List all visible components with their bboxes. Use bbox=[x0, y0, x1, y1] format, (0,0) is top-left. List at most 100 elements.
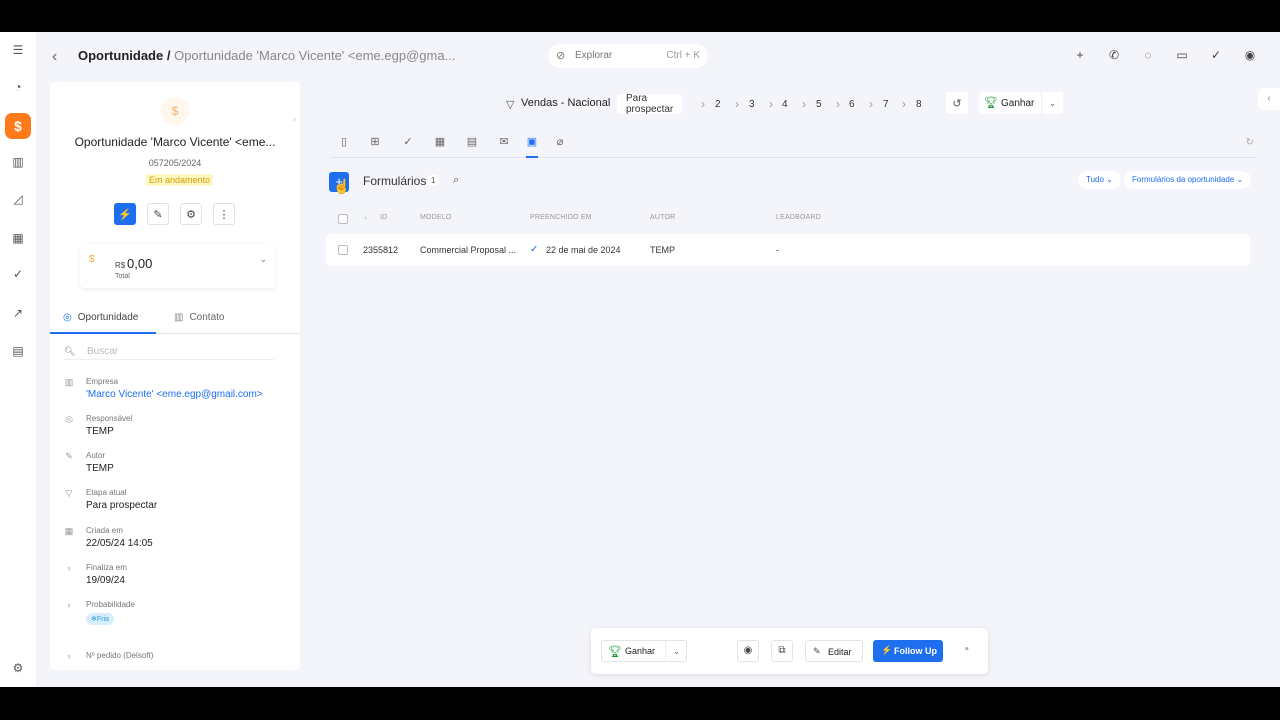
field-label: Autor bbox=[86, 451, 106, 460]
win-button-top[interactable]: 🏆︎ Ganhar ⌄ bbox=[979, 92, 1063, 114]
check-circle-icon[interactable]: ✓ bbox=[8, 264, 28, 284]
filter-all[interactable]: Tudo ⌄ bbox=[1078, 171, 1121, 189]
search-icon: 🔍︎ bbox=[64, 346, 76, 356]
tab-cart-icon[interactable]: ⊞ bbox=[367, 135, 383, 148]
opportunity-code: 057205/2024 bbox=[148, 158, 202, 168]
col-model[interactable]: MODELO bbox=[420, 214, 452, 221]
tasks-icon[interactable]: ✓ bbox=[1208, 48, 1224, 62]
row-model: Commercial Proposal ... bbox=[420, 245, 517, 255]
tab-oportunidade-label: Oportunidade bbox=[77, 312, 139, 323]
chevron-right-icon[interactable]: › bbox=[64, 651, 74, 661]
apps-icon[interactable]: ▤ bbox=[8, 341, 28, 361]
stage-4[interactable]: 4 bbox=[782, 94, 788, 114]
bottom-action-bar: 🏆︎ Ganhar ⌄ ◉ ⧉ ✎ Editar ⚡ Follow Up ▪ bbox=[591, 628, 988, 674]
lightning-icon: ⚡ bbox=[881, 645, 893, 655]
follow-up-button[interactable]: ⚡ Follow Up bbox=[873, 640, 943, 662]
hand-cursor-icon: ☝ bbox=[333, 178, 351, 194]
back-icon[interactable]: ‹ bbox=[52, 48, 57, 66]
select-all-checkbox[interactable] bbox=[338, 214, 348, 224]
history-button[interactable]: ↺ bbox=[946, 92, 968, 114]
chat-icon[interactable]: ▪ bbox=[965, 643, 969, 655]
tab-contato[interactable]: ▥ Contato bbox=[174, 312, 224, 323]
stage-3[interactable]: 3 bbox=[749, 94, 755, 114]
building-icon[interactable]: ▥ bbox=[8, 152, 28, 172]
opportunity-name: Oportunidade 'Marco Vicente' <eme... bbox=[74, 135, 276, 149]
tab-notes-icon[interactable]: ▯ bbox=[336, 135, 352, 148]
settings-button[interactable]: ⚙ bbox=[180, 203, 202, 225]
forms-count: 1 bbox=[428, 175, 439, 186]
copy-button[interactable]: ⧉ bbox=[771, 640, 793, 662]
table-header: ↓ ID MODELO PREENCHIDO EM AUTOR LEADBOAR… bbox=[338, 214, 1250, 228]
stage-current[interactable]: Para prospectar bbox=[617, 93, 683, 115]
compass-icon: ⊘ bbox=[556, 50, 566, 62]
lightning-button[interactable]: ⚡ bbox=[114, 203, 136, 225]
nav-rail: ☰ ◔ $ ▥ ◿ ▦ ✓ ↗ ▤ ⚙ bbox=[0, 32, 36, 687]
bell-icon[interactable]: ◌ bbox=[1140, 48, 1156, 62]
tab-forms-icon[interactable]: ▣ bbox=[524, 135, 540, 148]
side-panel-toggle[interactable]: ‹ bbox=[1258, 88, 1280, 110]
col-filled[interactable]: PREENCHIDO EM bbox=[530, 214, 592, 221]
field-value: TEMP bbox=[86, 463, 114, 474]
search-icon[interactable]: ⌕ bbox=[453, 174, 459, 187]
explore-search[interactable]: ⊘ Explorar Ctrl + K bbox=[548, 44, 708, 68]
calendar-icon[interactable]: ▦ bbox=[8, 228, 28, 248]
refresh-icon[interactable]: ↻ bbox=[1246, 137, 1254, 148]
tab-document-icon[interactable]: ▤ bbox=[464, 135, 480, 148]
avatar-icon[interactable]: ◉ bbox=[1242, 48, 1258, 62]
field-label: Probabilidade bbox=[86, 600, 135, 609]
breadcrumb-root[interactable]: Oportunidade / bbox=[78, 48, 170, 63]
inbox-icon[interactable]: ▭ bbox=[1174, 48, 1190, 62]
probability-value: Fria bbox=[96, 616, 109, 623]
table-row[interactable]: 2355812 Commercial Proposal ... ✓ 22 de … bbox=[326, 234, 1250, 266]
card-tabs: ◎ Oportunidade ▥ Contato bbox=[50, 308, 300, 334]
field-value: 19/09/24 bbox=[86, 575, 125, 586]
plus-icon[interactable]: + bbox=[1072, 48, 1088, 62]
chevron-right-icon[interactable]: › bbox=[64, 563, 74, 573]
stage-5[interactable]: 5 bbox=[816, 94, 822, 114]
edit-button[interactable]: ✎ bbox=[147, 203, 169, 225]
tab-attachment-icon[interactable]: ⌀ bbox=[552, 135, 568, 148]
chevron-down-icon[interactable]: ⌄ bbox=[259, 254, 267, 265]
edit-button-bottom[interactable]: ✎ Editar bbox=[805, 640, 863, 662]
chart-icon[interactable]: ◿ bbox=[8, 189, 28, 209]
funnel-icon: ▽ bbox=[65, 488, 73, 498]
more-button[interactable]: ⋮ bbox=[213, 203, 235, 225]
card-search[interactable]: 🔍︎ Buscar bbox=[64, 342, 274, 360]
opportunity-avatar: $ bbox=[161, 97, 189, 125]
win-button-bottom[interactable]: 🏆︎ Ganhar ⌄ bbox=[601, 640, 687, 662]
eye-button[interactable]: ◉ bbox=[737, 640, 759, 662]
chevron-down-icon[interactable]: ⌄ bbox=[665, 641, 687, 661]
chevron-right-icon[interactable]: › bbox=[64, 600, 74, 610]
trend-icon[interactable]: ↗ bbox=[8, 303, 28, 323]
tab-mail-icon[interactable]: ✉ bbox=[496, 135, 512, 148]
filter-scope[interactable]: Formulários da oportunidade ⌄ bbox=[1124, 171, 1252, 189]
tab-calendar-icon[interactable]: ▦ bbox=[432, 135, 448, 148]
phone-icon[interactable]: ✆ bbox=[1106, 48, 1122, 62]
stage-7[interactable]: 7 bbox=[883, 94, 889, 114]
probability-chip: ❄Fria bbox=[86, 613, 114, 625]
dollar-icon[interactable]: $ bbox=[5, 113, 31, 139]
field-value: Para prospectar bbox=[86, 500, 158, 511]
stage-2[interactable]: 2 bbox=[715, 94, 721, 114]
sort-icon[interactable]: ↓ bbox=[364, 214, 368, 221]
col-author[interactable]: AUTOR bbox=[650, 214, 675, 221]
gear-icon[interactable]: ⚙ bbox=[8, 658, 28, 678]
value-box[interactable]: $ R$ 0,00 Total ⌄ bbox=[80, 244, 275, 288]
stage-6[interactable]: 6 bbox=[849, 94, 855, 114]
explore-placeholder: Explorar bbox=[575, 50, 613, 61]
stage-separator: › bbox=[869, 97, 873, 111]
explore-shortcut: Ctrl + K bbox=[666, 50, 700, 61]
row-checkbox[interactable] bbox=[338, 245, 348, 255]
col-leadboard[interactable]: LEADBOARD bbox=[776, 214, 821, 221]
tab-oportunidade[interactable]: ◎ Oportunidade bbox=[63, 312, 138, 323]
tab-tasks-icon[interactable]: ✓ bbox=[400, 135, 416, 148]
field-value-link[interactable]: 'Marco Vicente' <eme.egp@gmail.com> bbox=[86, 389, 263, 400]
chevron-down-icon[interactable]: ⌄ bbox=[1041, 92, 1063, 114]
tab-contato-label: Contato bbox=[189, 312, 225, 323]
dashboard-icon[interactable]: ◔ bbox=[8, 77, 28, 97]
pipeline-name[interactable]: Vendas - Nacional bbox=[521, 97, 610, 109]
col-id[interactable]: ID bbox=[380, 214, 387, 221]
stage-8[interactable]: 8 bbox=[916, 94, 922, 114]
collapse-card-icon[interactable]: › bbox=[293, 114, 296, 124]
menu-icon[interactable]: ☰ bbox=[8, 40, 28, 60]
